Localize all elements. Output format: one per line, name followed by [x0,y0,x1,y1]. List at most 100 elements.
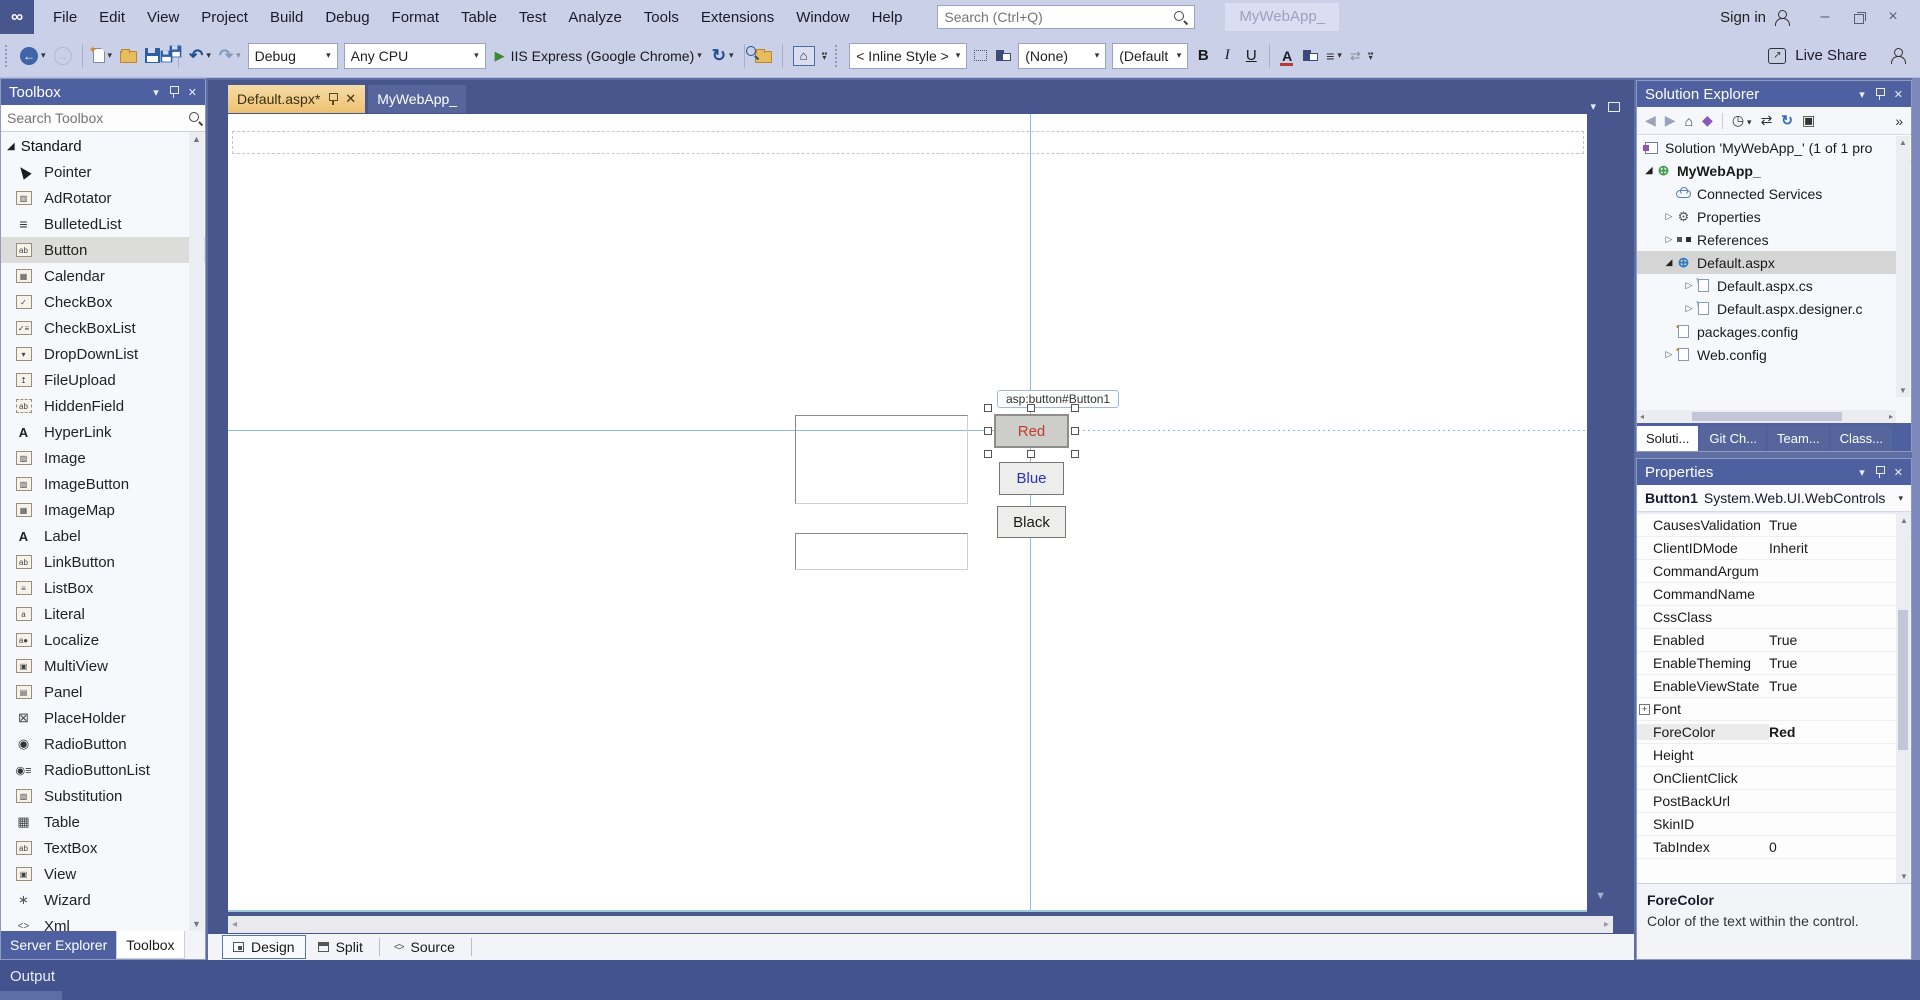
menu-build[interactable]: Build [259,0,314,34]
tree-item-packages-config[interactable]: packages.config [1637,320,1896,343]
bold-button[interactable]: B [1191,47,1215,64]
open-file-button[interactable] [116,41,141,71]
pin-icon[interactable] [1875,88,1885,100]
resize-handle[interactable] [984,404,992,412]
pin-icon[interactable] [169,86,179,98]
resize-handle[interactable] [1071,450,1079,458]
italic-button[interactable]: I [1215,47,1239,64]
toolbox-item-placeholder[interactable]: ⊠ PlaceHolder [1,705,205,731]
close-icon[interactable]: ✕ [1894,88,1903,101]
feedback-icon[interactable] [1890,48,1906,64]
tab-team-explorer[interactable]: Team... [1768,426,1829,451]
tree-item-solution[interactable]: Solution 'MyWebApp_' (1 of 1 pro [1637,136,1896,159]
menu-debug[interactable]: Debug [314,0,380,34]
toolbox-item-radiobutton[interactable]: ◉ RadioButton [1,731,205,757]
tab-default-aspx[interactable]: Default.aspx* ✕ [228,85,366,113]
menu-project[interactable]: Project [190,0,259,34]
scroll-up-icon[interactable]: ▲ [1900,516,1908,525]
blue-button-control[interactable]: Blue [999,462,1064,495]
property-row[interactable]: OnClientClick [1637,767,1896,790]
property-row[interactable]: CommandArgum [1637,560,1896,583]
tree-item-references[interactable]: ▷ References [1637,228,1896,251]
close-icon[interactable]: ✕ [1894,466,1903,479]
chevron-down-icon[interactable]: ▾ [153,86,159,99]
find-in-files-button[interactable] [745,41,776,71]
close-icon[interactable]: ✕ [188,86,197,99]
css-class-dropdown[interactable]: (None) ▾ [1018,42,1107,69]
object-selector-dropdown[interactable]: Button1 System.Web.UI.WebControls ▾ [1637,485,1911,512]
toolbar-overflow-button[interactable]: ▪▪ ▾ [819,49,831,61]
font-color-button[interactable]: A [1276,48,1298,66]
toolbox-search-box[interactable]: ▾ [1,105,212,132]
scroll-right-icon[interactable]: ▸ [1604,919,1609,930]
toolbox-item-listbox[interactable]: ≡ ListBox [1,575,205,601]
back-icon[interactable]: ◀ [1645,112,1656,129]
tab-class-view[interactable]: Class... [1830,426,1893,451]
property-row[interactable]: PostBackUrl [1637,790,1896,813]
property-row[interactable]: ClientIDMode Inherit [1637,537,1896,560]
property-row[interactable]: CommandName [1637,583,1896,606]
menu-file[interactable]: File [42,0,88,34]
toolbox-search-input[interactable] [7,110,188,126]
menu-edit[interactable]: Edit [88,0,136,34]
minimize-button[interactable]: – [1808,2,1842,32]
hyperlink-button[interactable]: ⇄ [1346,41,1365,71]
quick-search-box[interactable] [937,5,1196,29]
property-row[interactable]: CausesValidation True [1637,514,1896,537]
toolbox-item-bulletedlist[interactable]: ≡ BulletedList [1,211,205,237]
toolbox-item-checkbox[interactable]: ✓ CheckBox [1,289,205,315]
toolbox-item-adrotator[interactable]: ▥ AdRotator [1,185,205,211]
tab-mywebapp[interactable]: MyWebApp_ [368,85,467,113]
toolbox-item-imagemap[interactable]: ▦ ImageMap [1,497,205,523]
pin-icon[interactable] [328,93,339,105]
tree-item-default-aspx-designer[interactable]: ▷ Default.aspx.designer.c [1637,297,1896,320]
window-list-icon[interactable] [1608,101,1620,112]
redo-button[interactable]: ↷ ▾ [215,41,245,71]
pin-icon[interactable] [1875,466,1885,478]
toolbox-scrollbar[interactable]: ▲ ▼ [189,132,204,931]
expander-icon[interactable]: ▷ [1663,234,1675,245]
toolbox-item-fileupload[interactable]: ↥ FileUpload [1,367,205,393]
browser-home-button[interactable]: ⌂ [789,41,819,71]
scroll-up-icon[interactable]: ▲ [1899,138,1907,147]
scroll-down-icon[interactable]: ▼ [1900,872,1908,881]
toolbox-item-table[interactable]: ▦ Table [1,809,205,835]
expander-icon[interactable]: ◢ [1663,257,1675,268]
scroll-up-icon[interactable]: ▲ [192,134,201,144]
scroll-down-icon[interactable]: ▼ [192,919,201,929]
list-format-button[interactable]: ≡ ▾ [1322,41,1346,71]
properties-scrollbar[interactable]: ▲ ▼ [1896,514,1910,883]
property-row[interactable]: CssClass [1637,606,1896,629]
tab-source[interactable]: <> Source [384,936,465,958]
solution-tree-scrollbar[interactable]: ▲ ▼ [1896,136,1910,397]
property-row[interactable]: EnableViewState True [1637,675,1896,698]
output-window-title[interactable]: Output [10,968,55,985]
expander-icon[interactable]: ▷ [1663,211,1675,222]
restore-button[interactable] [1842,2,1876,32]
toolbox-item-substitution[interactable]: ▧ Substitution [1,783,205,809]
toolbox-item-button[interactable]: ab Button [1,237,205,263]
css-style-dropdown[interactable]: < Inline Style > ▾ [849,42,968,69]
scrollbar-thumb[interactable] [1898,610,1908,750]
scroll-down-icon[interactable]: ▼ [1899,386,1907,395]
tab-server-explorer[interactable]: Server Explorer [1,931,117,959]
tab-solution-explorer[interactable]: Soluti... [1637,426,1699,451]
close-button[interactable]: × [1876,2,1910,32]
toolbox-item-pointer[interactable]: Pointer [1,159,205,185]
resize-handle[interactable] [1027,450,1035,458]
solution-configuration-dropdown[interactable]: Debug ▾ [247,42,338,69]
menu-table[interactable]: Table [450,0,508,34]
toolbox-item-xml[interactable]: <> Xml [1,913,205,932]
refresh-button[interactable]: ↻ ▾ [708,41,738,71]
property-row[interactable]: EnableTheming True [1637,652,1896,675]
toolbar-overflow-button[interactable]: ▪▪ ▾ [1365,49,1377,61]
switch-views-icon[interactable]: ◆ [1702,112,1713,129]
tab-design[interactable]: Design [222,935,306,959]
toolbox-item-literal[interactable]: a Literal [1,601,205,627]
target-rule-dropdown[interactable]: (Default ▾ [1112,42,1189,69]
undo-button[interactable]: ↶ ▾ [185,41,215,71]
highlight-button[interactable] [1298,41,1322,71]
new-style-window-button[interactable] [991,41,1015,71]
toolbox-item-textbox[interactable]: ab TextBox [1,835,205,861]
toolbox-item-calendar[interactable]: ▦ Calendar [1,263,205,289]
